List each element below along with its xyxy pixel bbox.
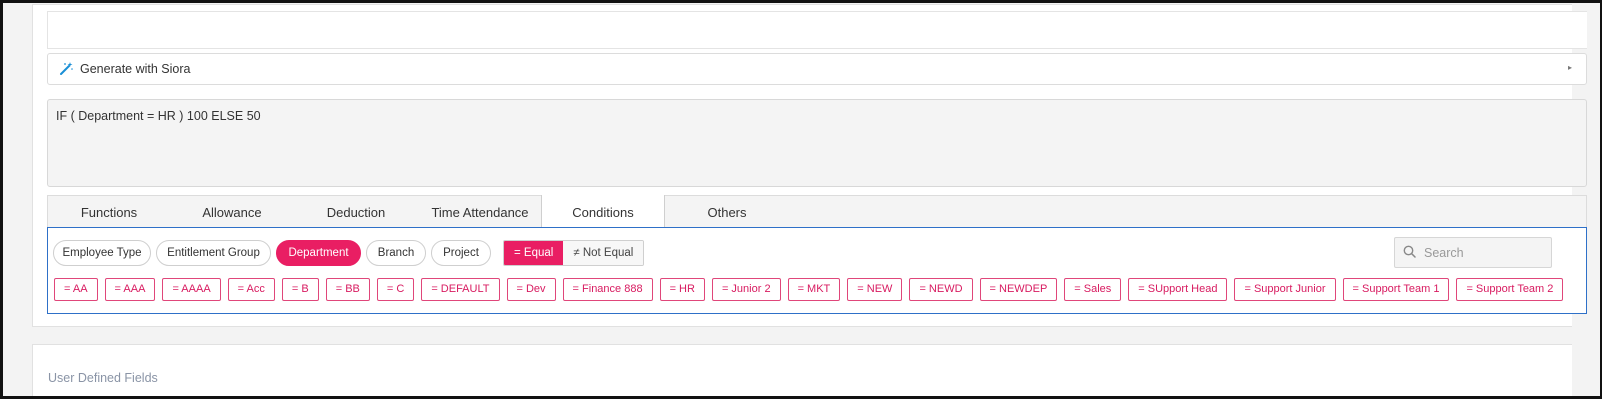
user-defined-fields-title: User Defined Fields [48,371,158,385]
formula-card: Generate with Siora ▸ IF ( Department = … [32,4,1587,327]
value-tag[interactable]: = SUpport Head [1128,278,1228,301]
chevron-right-icon[interactable]: ▸ [1568,63,1572,72]
tab-deduction[interactable]: Deduction [294,196,418,229]
tab-others[interactable]: Others [665,196,789,229]
formula-text: IF ( Department = HR ) 100 ELSE 50 [56,109,261,123]
formula-editor[interactable]: IF ( Department = HR ) 100 ELSE 50 [47,99,1587,187]
value-tag[interactable]: = NEWDEP [979,278,1058,301]
value-tag[interactable]: = Support Team 1 [1342,278,1450,301]
value-tag[interactable]: = Junior 2 [711,278,781,301]
value-tag[interactable]: = B [281,278,319,301]
top-field[interactable] [47,11,1587,49]
value-tag[interactable]: = Acc [227,278,275,301]
value-tag[interactable]: = DEFAULT [421,278,500,301]
magic-wand-icon [58,61,74,77]
not-equal-operator-button[interactable]: ≠ Not Equal [563,241,644,265]
category-tabs: Functions Allowance Deduction Time Atten… [47,195,1587,230]
value-tag[interactable]: = Sales [1064,278,1122,301]
tab-allowance[interactable]: Allowance [170,196,294,229]
filter-entitlement-group[interactable]: Entitlement Group [156,240,271,266]
generate-with-siora-label: Generate with Siora [80,62,191,76]
value-tag[interactable]: = NEWD [909,278,973,301]
filter-department[interactable]: Department [276,240,361,266]
value-tag[interactable]: = Finance 888 [562,278,653,301]
value-tag[interactable]: = Support Team 2 [1456,278,1564,301]
equal-operator-button[interactable]: = Equal [504,241,564,265]
search-box [1394,237,1552,268]
search-input[interactable] [1424,245,1544,260]
value-tag[interactable]: = HR [659,278,705,301]
filter-employee-type[interactable]: Employee Type [53,240,151,266]
value-tag[interactable]: = Support Junior [1234,278,1336,301]
operator-toggle: = Equal ≠ Not Equal [503,240,645,266]
value-tag-list: = AA = AAA = AAAA = Acc = B = BB = C = D… [54,278,1564,301]
filter-project[interactable]: Project [431,240,491,266]
conditions-panel: Employee Type Entitlement Group Departme… [47,227,1587,314]
tab-time-attendance[interactable]: Time Attendance [418,196,542,229]
value-tag[interactable]: = AAAA [162,278,221,301]
value-tag[interactable]: = Dev [506,278,556,301]
value-tag[interactable]: = MKT [787,278,841,301]
value-tag[interactable]: = AA [54,278,98,301]
user-defined-fields-card: User Defined Fields [32,344,1572,399]
value-tag[interactable]: = C [376,278,415,301]
search-icon [1403,245,1416,261]
tab-conditions[interactable]: Conditions [541,195,665,230]
value-tag[interactable]: = AAA [104,278,156,301]
tab-functions[interactable]: Functions [48,196,170,229]
value-tag[interactable]: = NEW [847,278,903,301]
generate-with-siora-bar[interactable]: Generate with Siora ▸ [47,53,1587,85]
filter-branch[interactable]: Branch [366,240,426,266]
value-tag[interactable]: = BB [325,278,370,301]
